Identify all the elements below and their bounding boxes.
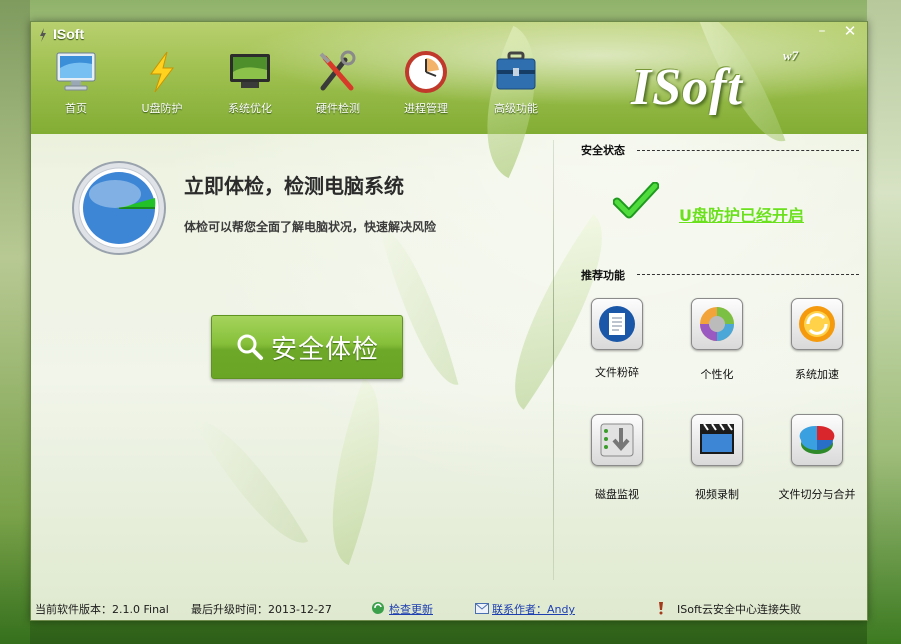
monitor-icon — [56, 52, 96, 91]
nav-item-process-manage[interactable]: 进程管理 — [391, 50, 461, 116]
usb-protect-status[interactable]: U盘防护已经开启 — [679, 202, 804, 226]
document-shred-icon — [591, 298, 643, 350]
recommended-features-header: 推荐功能 — [581, 269, 625, 282]
security-scan-label: 安全体检 — [270, 334, 379, 365]
nav-item-system-optimize[interactable]: 系统优化 — [215, 50, 285, 116]
close-button[interactable]: ✕ — [837, 22, 863, 42]
tools-icon — [319, 50, 356, 91]
status-bar: 当前软件版本：2.1.0 Final 最后升级时间：2013-12-27 检查更… — [31, 597, 867, 620]
security-scan-button[interactable]: 安全体检 — [211, 315, 403, 379]
brand-logo: ISoft — [631, 59, 743, 116]
disk-monitor-icon — [591, 414, 643, 466]
check-update-link[interactable]: 检查更新 — [389, 601, 433, 617]
nav-label: U盘防护 — [141, 102, 183, 115]
feature-system-speedup[interactable]: 系统加速 — [767, 298, 867, 382]
last-update-text: 最后升级时间：2013-12-27 — [191, 603, 332, 616]
section-divider — [637, 274, 859, 275]
search-icon — [237, 334, 263, 360]
header-bar: ISoft – ✕ 首页 U盘防护 系统优化 硬件检测 进程管理 高级功能 IS… — [31, 22, 867, 179]
security-status-header: 安全状态 — [581, 144, 625, 157]
app-icon — [40, 28, 46, 42]
lightning-icon — [150, 51, 174, 93]
desktop-background-right — [867, 0, 901, 644]
feature-label: 磁盘监视 — [595, 488, 639, 501]
brand-logo-sub: w7 — [783, 48, 799, 63]
screen-icon — [230, 54, 270, 88]
contact-author-link[interactable]: 联系作者：Andy — [492, 601, 575, 617]
panel-divider — [553, 140, 554, 580]
feature-file-shred[interactable]: 文件粉碎 — [567, 298, 667, 380]
update-icon — [372, 602, 384, 614]
feature-personalize[interactable]: 个性化 — [667, 298, 767, 382]
feature-label: 文件切分与合并 — [778, 488, 856, 501]
nav-label: 进程管理 — [404, 102, 448, 115]
nav-label: 首页 — [65, 102, 87, 115]
nav-label: 系统优化 — [228, 102, 272, 115]
nav-label: 硬件检测 — [316, 102, 360, 115]
scan-description: 体检可以帮您全面了解电脑状况，快速解决风险 — [184, 220, 437, 234]
section-divider — [637, 150, 859, 151]
feature-label: 视频录制 — [695, 488, 739, 501]
app-title: ISoft — [53, 26, 85, 42]
feature-disk-monitor[interactable]: 磁盘监视 — [567, 414, 667, 502]
app-window: ISoft – ✕ 首页 U盘防护 系统优化 硬件检测 进程管理 高级功能 IS… — [30, 21, 868, 621]
toolbox-icon — [496, 51, 536, 90]
alert-icon — [659, 602, 663, 615]
feature-file-split-merge[interactable]: 文件切分与合并 — [767, 414, 867, 502]
health-gauge-icon — [72, 161, 166, 255]
nav-item-home[interactable]: 首页 — [41, 50, 111, 116]
feature-video-record[interactable]: 视频录制 — [667, 414, 767, 502]
nav-label: 高级功能 — [494, 102, 538, 115]
leaf-decoration — [193, 402, 309, 562]
video-clapper-icon — [691, 414, 743, 466]
pie-split-icon — [791, 414, 843, 466]
version-text: 当前软件版本：2.1.0 Final — [35, 603, 169, 616]
refresh-speed-icon — [791, 298, 843, 350]
cloud-status-text: ISoft云安全中心连接失败 — [677, 603, 801, 616]
clock-icon — [405, 51, 447, 93]
checkmark-icon — [613, 182, 659, 219]
feature-label: 文件粉碎 — [595, 366, 639, 379]
feature-label: 个性化 — [700, 368, 734, 381]
feature-label: 系统加速 — [795, 368, 839, 381]
desktop-background-left — [0, 0, 30, 644]
mail-icon — [475, 603, 489, 614]
nav-item-usb-protect[interactable]: U盘防护 — [127, 50, 197, 116]
minimize-button[interactable]: – — [809, 22, 835, 42]
scan-title: 立即体检，检测电脑系统 — [184, 174, 404, 198]
nav-item-hardware-check[interactable]: 硬件检测 — [303, 50, 373, 116]
nav-item-advanced[interactable]: 高级功能 — [481, 50, 551, 116]
color-wheel-icon — [691, 298, 743, 350]
leaf-decoration — [301, 378, 411, 566]
